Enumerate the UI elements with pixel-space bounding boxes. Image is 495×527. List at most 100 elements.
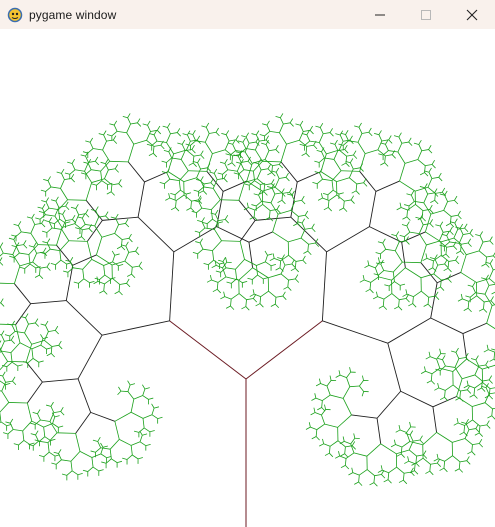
tree-branch-segment <box>188 162 194 166</box>
close-button[interactable] <box>449 0 495 29</box>
tree-branch-segment <box>368 191 377 227</box>
tree-branch-segment <box>105 215 110 220</box>
tree-branch-segment <box>186 192 192 195</box>
tree-branch-segment <box>351 414 378 419</box>
tree-branch-segment <box>43 423 53 428</box>
tree-branch-segment <box>208 259 214 266</box>
tree-branch-segment <box>396 449 410 455</box>
tree-branch-segment <box>31 213 35 219</box>
tree-branch-segment <box>275 295 283 298</box>
tree-branch-segment <box>324 423 338 428</box>
tree-branch-segment <box>142 414 153 419</box>
tree-branch-segment <box>130 411 144 419</box>
tree-branch-segment <box>359 153 366 172</box>
tree-branch-segment <box>423 366 426 372</box>
tree-branch-segment <box>130 399 135 413</box>
tree-branch-segment <box>329 375 332 381</box>
tree-branch-segment <box>482 240 490 243</box>
tree-branch-segment <box>31 218 36 225</box>
tree-branch-segment <box>408 440 414 451</box>
tree-branch-segment <box>246 202 249 208</box>
tree-branch-segment <box>467 307 472 313</box>
tree-branch-segment <box>67 199 87 201</box>
tree-branch-segment <box>370 276 379 283</box>
tree-branch-segment <box>478 250 487 258</box>
tree-branch-segment <box>491 291 495 295</box>
tree-branch-segment <box>252 274 258 280</box>
tree-branch-segment <box>429 464 431 472</box>
tree-branch-segment <box>42 203 46 209</box>
tree-branch-segment <box>98 133 104 136</box>
tree-branch-segment <box>343 207 348 212</box>
tree-branch-segment <box>320 193 323 199</box>
tree-branch-segment <box>475 234 481 237</box>
tree-branch-segment <box>186 149 195 157</box>
tree-branch-segment <box>230 305 235 310</box>
tree-branch-segment <box>154 406 160 409</box>
tree-branch-segment <box>61 473 67 476</box>
tree-branch-segment <box>42 378 79 383</box>
tree-branch-segment <box>469 394 475 398</box>
tree-branch-segment <box>215 270 221 273</box>
tree-branch-segment <box>404 204 410 207</box>
tree-branch-segment <box>75 412 92 434</box>
tree-branch-segment <box>19 252 29 255</box>
tree-branch-segment <box>231 278 237 284</box>
tree-branch-segment <box>462 322 487 334</box>
tree-branch-segment <box>0 374 3 377</box>
tree-branch-segment <box>210 182 215 187</box>
tree-branch-segment <box>220 199 239 201</box>
tree-branch-segment <box>435 286 441 290</box>
tree-branch-segment <box>301 152 307 157</box>
tree-branch-segment <box>192 130 196 135</box>
tree-branch-segment <box>261 168 269 171</box>
tree-branch-segment <box>387 479 392 484</box>
tree-branch-segment <box>421 210 424 218</box>
tree-branch-segment <box>287 286 292 291</box>
fractal-tree-canvas[interactable] <box>0 29 495 527</box>
tree-branch-segment <box>329 446 331 454</box>
tree-branch-segment <box>439 467 445 471</box>
tree-branch-segment <box>23 440 30 445</box>
tree-branch-segment <box>387 343 402 392</box>
tree-branch-segment <box>54 207 60 217</box>
tree-branch-segment <box>25 317 29 325</box>
tree-branch-segment <box>488 388 491 396</box>
tree-branch-segment <box>355 183 358 191</box>
tree-branch-segment <box>318 142 327 155</box>
minimize-button[interactable] <box>357 0 403 29</box>
tree-branch-segment <box>358 475 360 483</box>
tree-branch-segment <box>479 231 483 236</box>
tree-branch-segment <box>398 299 400 307</box>
tree-branch-segment <box>301 195 305 201</box>
tree-branch-segment <box>65 205 70 211</box>
tree-branch-segment <box>281 193 284 201</box>
tree-branch-segment <box>58 209 61 220</box>
tree-branch-segment <box>246 298 254 301</box>
tree-branch-segment <box>175 200 177 208</box>
tree-branch-segment <box>340 453 345 457</box>
tree-branch-segment <box>472 281 476 287</box>
tree-branch-segment <box>50 346 53 354</box>
tree-branch-segment <box>484 393 490 403</box>
tree-branch-segment <box>349 367 352 373</box>
tree-branch-segment <box>274 178 280 188</box>
tree-branch-segment <box>109 160 129 163</box>
tree-branch-segment <box>428 267 433 271</box>
tree-branch-segment <box>239 220 256 242</box>
tree-branch-segment <box>10 339 15 344</box>
maximize-button[interactable] <box>403 0 449 29</box>
tree-branch-segment <box>54 330 59 335</box>
tree-branch-segment <box>77 473 83 476</box>
tree-branch-segment <box>305 426 311 430</box>
tree-branch-segment <box>192 134 197 141</box>
title-bar[interactable]: pygame window <box>0 0 495 29</box>
tree-branch-segment <box>337 414 352 428</box>
tree-branch-segment <box>472 286 476 293</box>
tree-branch-segment <box>256 261 266 266</box>
tree-branch-segment <box>252 267 269 279</box>
tree-branch-segment <box>164 178 171 185</box>
tree-branch-segment <box>28 245 34 248</box>
tree-branch-segment <box>146 131 151 141</box>
tree-branch-segment <box>175 207 180 212</box>
